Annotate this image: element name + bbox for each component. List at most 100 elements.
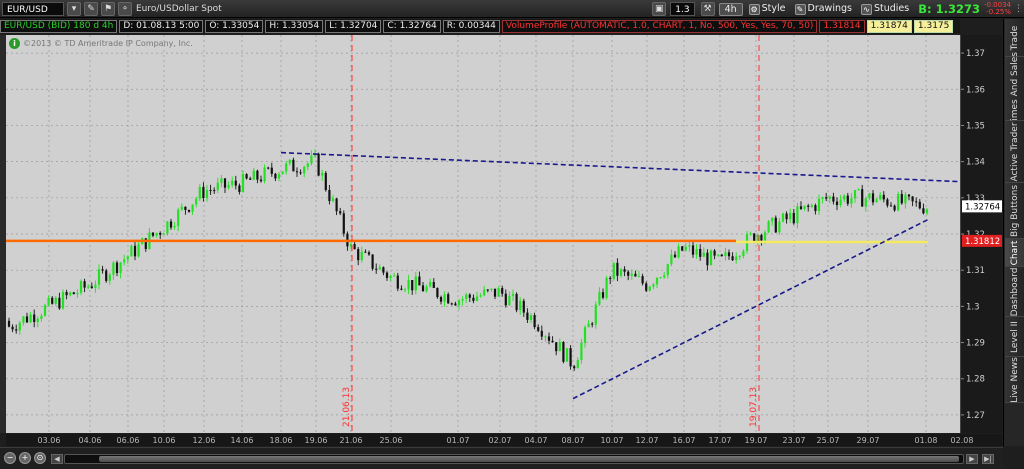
candle [681,245,684,252]
period-selector[interactable]: 4h [718,2,743,16]
symbol-field[interactable]: EUR/USD [2,1,64,16]
candle-body [385,272,389,278]
candle-body [277,174,281,179]
candle-body [573,366,576,369]
candle-body [51,297,54,304]
candle [443,291,446,307]
candle-body [166,221,169,234]
candle-body [299,172,302,174]
candle [47,295,50,307]
candle-body [429,281,432,287]
candle-body [915,201,918,203]
tab-live-news[interactable]: Live News [1005,357,1024,403]
candle-body [169,221,173,228]
zoom-fit-icon[interactable]: ⊙ [34,452,46,464]
dropdown-icon[interactable]: ▾ [67,1,81,16]
style-button[interactable]: ⚙ Style [746,2,789,16]
tab-level-ii[interactable]: Level II [1005,317,1024,357]
candle [29,311,32,324]
candle-body [177,209,180,227]
candle [735,252,738,264]
candle-body [616,262,619,276]
candle-body [911,196,914,202]
candle-body [789,212,792,220]
scroll-right-icon[interactable]: ▶ [966,454,978,464]
tab-big-buttons[interactable]: Big Buttons [1005,183,1024,239]
copyright-row: i ©2013 © TD Ameritrade IP Company, Inc. [9,38,193,49]
candle-body [821,197,824,199]
candle [789,208,792,224]
candle-body [432,281,435,289]
candle-body [738,256,741,258]
scroll-left-icon[interactable]: ◀ [51,454,63,464]
end-icon[interactable]: ▶| [982,454,994,464]
candle [22,316,25,326]
candle [900,190,903,205]
candle [360,246,363,263]
candle-body [583,327,587,343]
candle-body [529,315,533,320]
candle [173,221,176,230]
candle-body [511,293,515,296]
more-icon[interactable]: ⋮ [1014,4,1024,14]
candle-body [418,276,421,286]
candle [43,303,47,317]
candle-body [767,221,770,233]
candle [616,258,619,282]
time-tick-label: 18.06 [270,436,293,445]
candle-body [673,254,677,258]
study-label[interactable]: VolumeProfile (AUTOMATIC, 1.0, CHART, 1,… [501,19,818,33]
candle-body [457,300,461,306]
tab-chart[interactable]: Chart [1005,239,1024,267]
candle-body [688,245,691,247]
candle [411,280,414,295]
tab-active-trader[interactable]: Active Trader [1005,121,1024,183]
candle [871,190,875,206]
candle-body [810,205,813,207]
link-icon[interactable]: ⚬ [118,1,132,16]
candle [792,208,795,225]
candle [281,171,284,175]
candle-body [875,199,878,203]
edit-icon[interactable]: ✎ [84,1,98,16]
candle-body [713,250,716,256]
candle-body [317,153,320,176]
zoom-out-icon[interactable]: − [4,452,16,464]
scrollbar-thumb[interactable] [99,456,959,462]
candle-body [238,185,241,192]
candle [540,325,543,340]
candle [105,268,108,283]
wrench-icon[interactable]: ⚒ [700,2,715,16]
flag-icon[interactable]: ⚑ [101,1,115,16]
tab-times-and-sales[interactable]: Times And Sales [1005,52,1024,125]
candle [767,220,770,234]
candle [256,169,259,184]
candle-body [648,286,651,291]
candle [907,193,911,201]
candle-body [799,206,803,209]
candle-body [159,232,162,235]
candle [123,254,126,266]
drawings-button[interactable]: ✎ Drawings [792,2,855,16]
trendline-lower[interactable] [572,218,929,400]
candle [378,264,381,270]
zoom-in-icon[interactable]: + [19,452,31,464]
candle [835,197,839,211]
trendline-upper[interactable] [280,151,959,183]
candle-body [119,262,122,274]
price-chart[interactable]: 21.06.13 19.07.13 [6,35,960,433]
candle-body [425,286,428,292]
scrollbar[interactable] [64,454,964,464]
candle [843,194,846,202]
studies-button[interactable]: ∿ Studies [858,2,912,16]
time-tick-label: 01.07 [447,436,470,445]
candle-body [918,201,921,209]
info-icon[interactable]: i [9,38,20,49]
candle [738,254,741,260]
window-icon[interactable]: ▣ [652,2,667,16]
tab-dashboard[interactable]: Dashboard [1005,267,1024,317]
candle-body [807,205,810,207]
candle [652,282,655,290]
plot-area[interactable]: 21.06.13 19.07.13 i ©2013 © TD Ameritrade… [6,35,960,433]
candle [637,270,641,278]
